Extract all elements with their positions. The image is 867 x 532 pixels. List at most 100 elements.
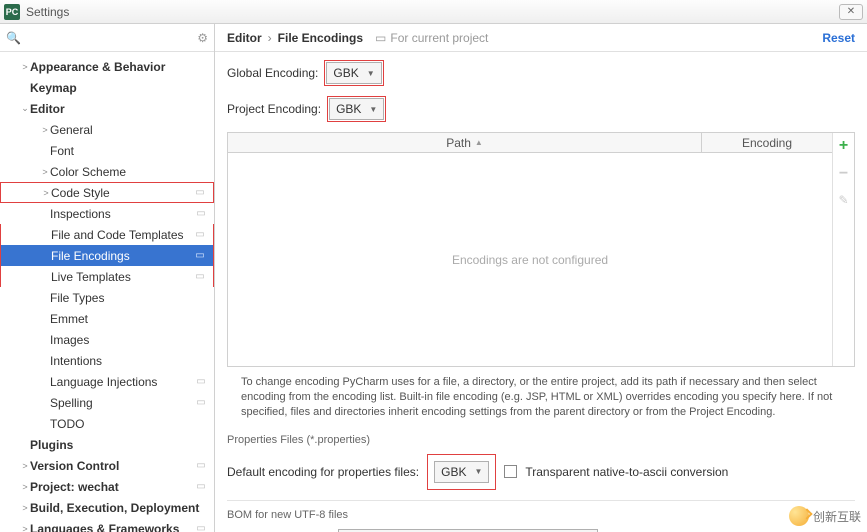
table-empty-text: Encodings are not configured <box>228 153 832 366</box>
project-scope-icon: ▭ <box>194 522 208 532</box>
remove-button: − <box>839 165 848 183</box>
sidebar-item-label: Plugins <box>30 438 208 452</box>
chevron-down-icon: ▼ <box>367 69 375 78</box>
chevron-down-icon: ▼ <box>474 467 482 476</box>
settings-content: Editor › File Encodings ▭ For current pr… <box>215 24 867 532</box>
sidebar-item-languages-frameworks[interactable]: >Languages & Frameworks▭ <box>0 518 214 532</box>
watermark-icon <box>789 506 809 526</box>
encoding-column-header[interactable]: Encoding <box>702 133 832 152</box>
project-scope-hint: ▭ For current project <box>375 31 488 45</box>
sidebar-item-build-execution-deployment[interactable]: >Build, Execution, Deployment <box>0 497 214 518</box>
project-scope-icon: ▭ <box>194 480 208 494</box>
sidebar-item-project-wechat[interactable]: >Project: wechat▭ <box>0 476 214 497</box>
add-button[interactable]: + <box>839 137 848 155</box>
sidebar-item-label: Intentions <box>50 354 208 368</box>
sidebar-item-label: Build, Execution, Deployment <box>30 501 208 515</box>
sidebar-item-label: Font <box>50 144 208 158</box>
chevron-icon: > <box>41 188 51 198</box>
sidebar-item-label: File and Code Templates <box>51 228 193 242</box>
sidebar-item-spelling[interactable]: Spelling▭ <box>0 392 214 413</box>
project-scope-icon: ▭ <box>194 396 208 410</box>
sidebar-item-keymap[interactable]: Keymap <box>0 77 214 98</box>
sidebar-item-emmet[interactable]: Emmet <box>0 308 214 329</box>
project-scope-icon: ▭ <box>193 270 207 284</box>
search-row: 🔍 ⚙ <box>0 24 214 52</box>
sidebar-item-label: Inspections <box>50 207 194 221</box>
sidebar-item-code-style[interactable]: >Code Style▭ <box>0 182 214 203</box>
properties-encoding-label: Default encoding for properties files: <box>227 465 419 479</box>
sidebar-item-label: Color Scheme <box>50 165 208 179</box>
project-scope-icon: ▭ <box>193 249 207 263</box>
sidebar-item-label: Languages & Frameworks <box>30 522 194 532</box>
sidebar-item-version-control[interactable]: >Version Control▭ <box>0 455 214 476</box>
sidebar-item-label: Language Injections <box>50 375 194 389</box>
chevron-icon: > <box>20 461 30 471</box>
close-icon[interactable]: ✕ <box>839 4 863 20</box>
sidebar-item-general[interactable]: >General <box>0 119 214 140</box>
sidebar-item-label: Images <box>50 333 208 347</box>
sidebar-item-file-types[interactable]: File Types <box>0 287 214 308</box>
breadcrumb-file-encodings: File Encodings <box>278 31 363 45</box>
sidebar-item-live-templates[interactable]: Live Templates▭ <box>0 266 214 287</box>
gear-icon[interactable]: ⚙ <box>197 31 208 45</box>
project-scope-icon: ▭ <box>194 375 208 389</box>
app-icon: PC <box>4 4 20 20</box>
sidebar-item-label: Appearance & Behavior <box>30 60 208 74</box>
sidebar-item-label: General <box>50 123 208 137</box>
sidebar-item-editor[interactable]: ⌄Editor <box>0 98 214 119</box>
create-utf8-select[interactable]: with NO BOM ▼ <box>338 529 598 532</box>
sidebar-item-label: File Encodings <box>51 249 193 263</box>
native-to-ascii-checkbox[interactable] <box>504 465 517 478</box>
settings-sidebar: 🔍 ⚙ >Appearance & BehaviorKeymap⌄Editor>… <box>0 24 215 532</box>
encoding-path-table: Path▲ Encoding Encodings are not configu… <box>227 132 855 367</box>
bom-section-title: BOM for new UTF-8 files <box>227 509 855 521</box>
chevron-icon: > <box>40 167 50 177</box>
project-encoding-select[interactable]: GBK ▼ <box>329 98 384 120</box>
sidebar-item-appearance-behavior[interactable]: >Appearance & Behavior <box>0 56 214 77</box>
search-input[interactable] <box>25 31 197 45</box>
project-scope-icon: ▭ <box>193 228 207 242</box>
sidebar-item-intentions[interactable]: Intentions <box>0 350 214 371</box>
encoding-description: To change encoding PyCharm uses for a fi… <box>227 367 855 430</box>
sidebar-item-label: Project: wechat <box>30 480 194 494</box>
sidebar-item-label: File Types <box>50 291 208 305</box>
sidebar-item-font[interactable]: Font <box>0 140 214 161</box>
chevron-right-icon: › <box>268 31 272 45</box>
chevron-icon: > <box>40 125 50 135</box>
sidebar-item-label: Live Templates <box>51 270 193 284</box>
breadcrumb: Editor › File Encodings ▭ For current pr… <box>215 24 867 52</box>
sidebar-item-todo[interactable]: TODO <box>0 413 214 434</box>
sidebar-item-color-scheme[interactable]: >Color Scheme <box>0 161 214 182</box>
global-encoding-select[interactable]: GBK ▼ <box>326 62 381 84</box>
project-encoding-label: Project Encoding: <box>227 102 321 116</box>
chevron-icon: > <box>20 62 30 72</box>
sidebar-item-plugins[interactable]: Plugins <box>0 434 214 455</box>
project-scope-icon: ▭ <box>193 186 207 200</box>
edit-button: ✎ <box>838 193 848 207</box>
sidebar-item-file-and-code-templates[interactable]: File and Code Templates▭ <box>0 224 214 245</box>
sidebar-item-language-injections[interactable]: Language Injections▭ <box>0 371 214 392</box>
sidebar-item-label: Version Control <box>30 459 194 473</box>
sidebar-item-inspections[interactable]: Inspections▭ <box>0 203 214 224</box>
sidebar-item-label: Keymap <box>30 81 208 95</box>
chevron-icon: > <box>20 503 30 513</box>
sidebar-item-label: TODO <box>50 417 208 431</box>
chevron-down-icon: ▼ <box>369 105 377 114</box>
global-encoding-label: Global Encoding: <box>227 66 318 80</box>
window-title: Settings <box>26 5 839 19</box>
breadcrumb-editor[interactable]: Editor <box>227 31 262 45</box>
sidebar-item-label: Spelling <box>50 396 194 410</box>
chevron-icon: ⌄ <box>20 103 30 114</box>
settings-tree: >Appearance & BehaviorKeymap⌄Editor>Gene… <box>0 52 214 532</box>
project-scope-icon: ▭ <box>194 459 208 473</box>
sidebar-item-label: Editor <box>30 102 208 116</box>
path-column-header[interactable]: Path▲ <box>228 133 702 152</box>
reset-link[interactable]: Reset <box>822 31 855 45</box>
sidebar-item-label: Code Style <box>51 186 193 200</box>
sidebar-item-images[interactable]: Images <box>0 329 214 350</box>
watermark: 创新互联 <box>789 506 861 526</box>
project-scope-icon: ▭ <box>375 31 386 45</box>
divider <box>227 500 855 501</box>
properties-encoding-select[interactable]: GBK ▼ <box>434 461 489 483</box>
sidebar-item-file-encodings[interactable]: File Encodings▭ <box>0 245 214 266</box>
